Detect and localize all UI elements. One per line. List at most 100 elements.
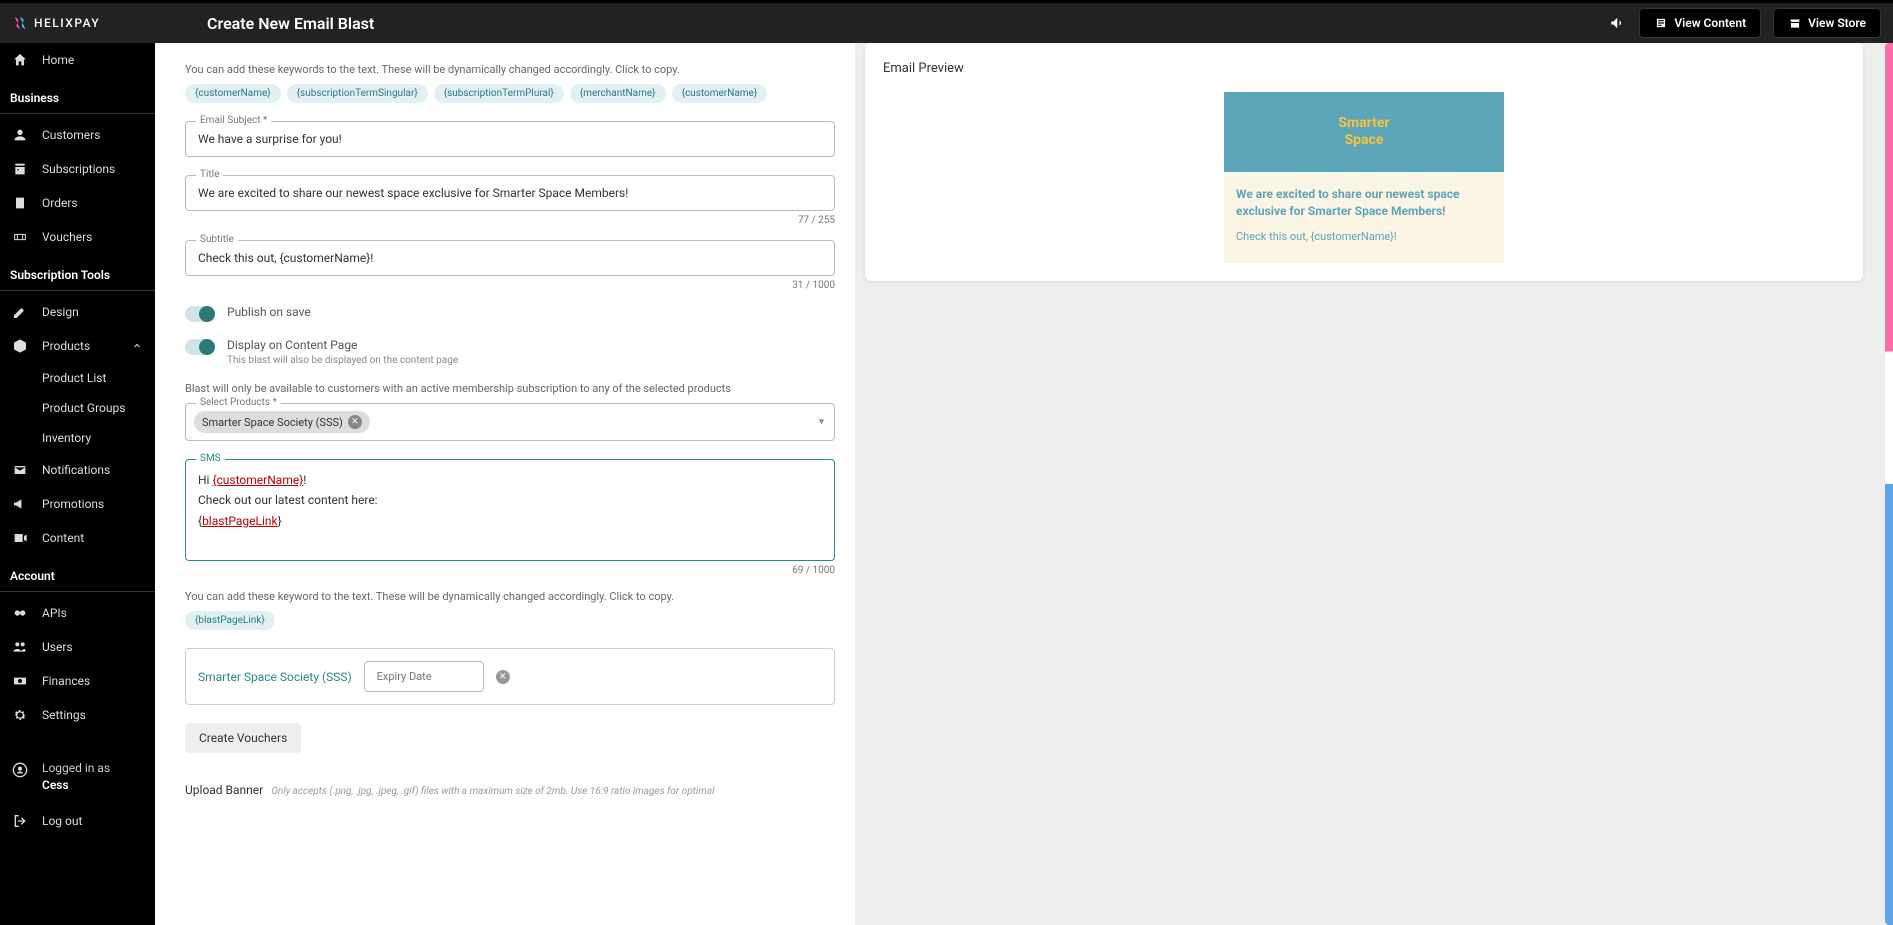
clipboard-icon	[12, 195, 28, 211]
chevron-up-icon	[131, 340, 143, 352]
keyword-list: {customerName} {subscriptionTermSingular…	[185, 84, 835, 103]
logo[interactable]: HELIXPAY	[12, 15, 187, 31]
view-store-button[interactable]: View Store	[1773, 8, 1881, 38]
sidebar-sub-inventory[interactable]: Inventory	[0, 423, 155, 453]
preview-email: Smarter Space We are excited to share ou…	[1224, 92, 1504, 263]
expiry-date-input[interactable]	[364, 661, 484, 692]
subtitle-field[interactable]: Subtitle	[185, 240, 835, 276]
preview-banner: Smarter Space	[1224, 92, 1504, 172]
field-label: Title	[196, 169, 223, 180]
sidebar-item-users[interactable]: Users	[0, 630, 155, 664]
create-vouchers-button[interactable]: Create Vouchers	[185, 723, 301, 753]
sidebar: Home Business Customers Subscriptions Or…	[0, 43, 155, 925]
display-sub: This blast will also be displayed on the…	[227, 355, 458, 366]
product-chip: Smarter Space Society (SSS) ✕	[194, 411, 370, 433]
video-icon	[12, 530, 28, 546]
title-counter: 77 / 255	[185, 215, 835, 226]
money-icon	[12, 673, 28, 689]
voucher-name: Smarter Space Society (SSS)	[198, 670, 352, 684]
sidebar-sub-product-list[interactable]: Product List	[0, 363, 155, 393]
box-icon	[12, 338, 28, 354]
pencil-icon	[12, 304, 28, 320]
gear-icon	[12, 707, 28, 723]
display-on-content-toggle[interactable]	[185, 339, 215, 355]
person-icon	[12, 127, 28, 143]
keyword-hint: You can add these keywords to the text. …	[185, 63, 835, 76]
sidebar-item-finances[interactable]: Finances	[0, 664, 155, 698]
form-pane: You can add these keywords to the text. …	[155, 43, 855, 925]
api-icon	[12, 605, 28, 621]
section-business: Business	[0, 77, 155, 114]
sidebar-sub-product-groups[interactable]: Product Groups	[0, 393, 155, 423]
subtitle-counter: 31 / 1000	[185, 280, 835, 291]
sidebar-item-vouchers[interactable]: Vouchers	[0, 220, 155, 254]
sidebar-item-products[interactable]: Products	[0, 329, 155, 363]
keyword-chip[interactable]: {blastPageLink}	[185, 611, 275, 630]
dropdown-caret-icon[interactable]: ▾	[819, 417, 824, 428]
ticket-icon	[12, 229, 28, 245]
right-edge-decoration	[1885, 43, 1893, 925]
publish-on-save-toggle[interactable]	[185, 306, 215, 322]
announcement-icon[interactable]	[1609, 14, 1627, 32]
title-input[interactable]	[186, 176, 834, 210]
field-label: Subtitle	[196, 234, 238, 245]
email-subject-input[interactable]	[186, 122, 834, 156]
sidebar-item-promotions[interactable]: Promotions	[0, 487, 155, 521]
sidebar-item-settings[interactable]: Settings	[0, 698, 155, 732]
view-content-label: View Content	[1674, 16, 1746, 30]
page-title: Create New Email Blast	[207, 14, 374, 33]
sidebar-item-apis[interactable]: APIs	[0, 596, 155, 630]
home-icon	[12, 52, 28, 68]
field-label: SMS	[196, 453, 225, 464]
logged-in-as-label: Logged in as	[42, 760, 110, 777]
brand-text: HELIXPAY	[34, 16, 100, 30]
sidebar-item-notifications[interactable]: Notifications	[0, 453, 155, 487]
logout-icon	[12, 813, 28, 829]
keyword-chip[interactable]: {merchantName}	[570, 84, 666, 103]
sidebar-item-logout[interactable]: Log out	[0, 804, 155, 838]
logo-icon	[12, 15, 28, 31]
sms-keyword-hint: You can add these keyword to the text. T…	[185, 590, 835, 603]
select-products-field[interactable]: Select Products * Smarter Space Society …	[185, 403, 835, 441]
view-content-button[interactable]: View Content	[1639, 8, 1761, 38]
preview-card: Email Preview Smarter Space We are excit…	[865, 43, 1863, 281]
keyword-chip[interactable]: {subscriptionTermSingular}	[287, 84, 428, 103]
upload-banner-label: Upload Banner	[185, 783, 263, 797]
sidebar-item-content[interactable]: Content	[0, 521, 155, 555]
store-icon	[1788, 16, 1802, 30]
sidebar-item-subscriptions[interactable]: Subscriptions	[0, 152, 155, 186]
sms-textarea[interactable]: Hi {customerName}! Check out our latest …	[186, 460, 834, 560]
sidebar-user: Logged in as Cess	[0, 750, 155, 804]
preview-pane: Email Preview Smarter Space We are excit…	[855, 43, 1893, 925]
header: HELIXPAY Create New Email Blast View Con…	[0, 3, 1893, 43]
content-icon	[1654, 16, 1668, 30]
sms-keyword-list: {blastPageLink}	[185, 611, 835, 630]
preview-heading: Email Preview	[883, 61, 1845, 76]
remove-chip-icon[interactable]: ✕	[348, 415, 362, 429]
subtitle-input[interactable]	[186, 241, 834, 275]
megaphone-icon	[12, 496, 28, 512]
remove-voucher-icon[interactable]: ✕	[496, 670, 510, 684]
keyword-chip[interactable]: {customerName}	[672, 84, 768, 103]
section-account: Account	[0, 555, 155, 592]
sidebar-item-orders[interactable]: Orders	[0, 186, 155, 220]
title-field[interactable]: Title	[185, 175, 835, 211]
users-icon	[12, 639, 28, 655]
publish-label: Publish on save	[227, 305, 311, 319]
sms-field[interactable]: SMS Hi {customerName}! Check out our lat…	[185, 459, 835, 561]
sidebar-item-design[interactable]: Design	[0, 295, 155, 329]
calendar-icon	[12, 161, 28, 177]
view-store-label: View Store	[1808, 16, 1866, 30]
display-label: Display on Content Page	[227, 338, 458, 352]
keyword-chip[interactable]: {subscriptionTermPlural}	[434, 84, 564, 103]
user-name: Cess	[42, 777, 110, 794]
email-subject-field[interactable]: Email Subject *	[185, 121, 835, 157]
voucher-row: Smarter Space Society (SSS) ✕	[185, 648, 835, 705]
product-hint: Blast will only be available to customer…	[185, 382, 835, 395]
sms-counter: 69 / 1000	[185, 565, 835, 576]
sidebar-item-home[interactable]: Home	[0, 43, 155, 77]
mail-icon	[12, 462, 28, 478]
preview-body-sub: Check this out, {customerName}!	[1236, 230, 1492, 243]
sidebar-item-customers[interactable]: Customers	[0, 118, 155, 152]
keyword-chip[interactable]: {customerName}	[185, 84, 281, 103]
